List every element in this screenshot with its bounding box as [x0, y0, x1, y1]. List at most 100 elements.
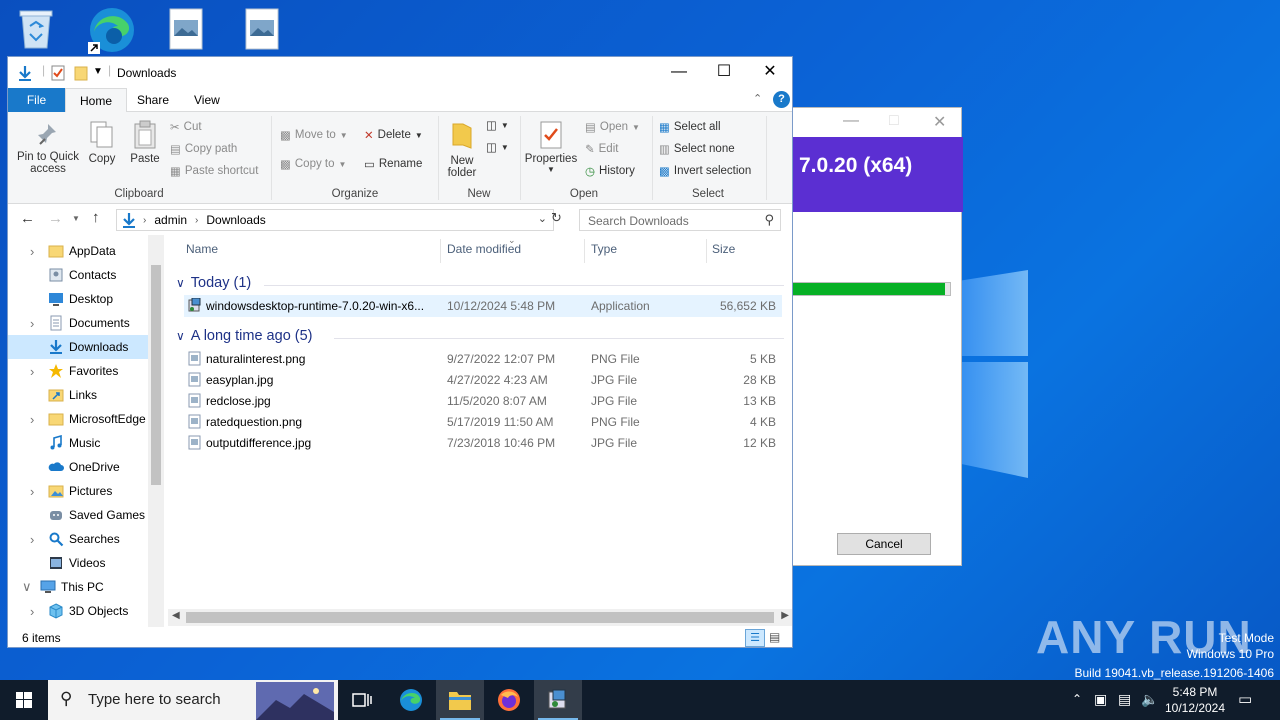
minimize-button[interactable]: — — [656, 57, 702, 88]
paste-button[interactable]: Paste — [128, 120, 162, 165]
easy-access-button[interactable]: ◫ ▼ — [486, 140, 509, 154]
open-button[interactable]: ▤ Open ▼ — [585, 120, 640, 134]
recycle-bin-icon[interactable] — [16, 8, 56, 52]
nav-item-videos[interactable]: Videos — [8, 551, 148, 575]
group-header[interactable]: ∨ A long time ago (5) — [176, 328, 313, 344]
cut-button[interactable]: ✂ Cut — [170, 120, 202, 134]
nav-item-appdata[interactable]: › AppData — [8, 239, 148, 263]
group-header[interactable]: ∨ Today (1) — [176, 275, 251, 291]
nav-scroll-thumb[interactable] — [151, 265, 161, 485]
nav-item-this-pc[interactable]: ∨ This PC — [8, 575, 140, 599]
nav-item-documents[interactable]: › Documents — [8, 311, 148, 335]
properties-button[interactable]: Properties ▼ — [522, 120, 580, 174]
taskbar-clock[interactable]: 5:48 PM 10/12/2024 — [1162, 684, 1228, 716]
rename-button[interactable]: ▭ Rename — [364, 157, 422, 171]
chevron-right-icon[interactable]: › — [30, 532, 34, 547]
forward-arrow-icon[interactable]: → — [48, 210, 63, 227]
tab-home[interactable]: Home — [65, 88, 128, 113]
file-row[interactable]: naturalinterest.png 9/27/2022 12:07 PM PNG… — [184, 348, 782, 369]
horizontal-scrollbar[interactable]: ◀ ▶ — [168, 609, 792, 626]
cancel-button[interactable]: Cancel — [837, 533, 931, 555]
large-icons-view-icon[interactable]: ▤ — [769, 630, 780, 644]
tab-file[interactable]: File — [8, 88, 65, 112]
taskbar-installer[interactable] — [534, 680, 582, 720]
select-all-button[interactable]: ▦ Select all — [659, 120, 721, 134]
task-view-button[interactable] — [338, 680, 386, 720]
device-icon[interactable]: ▣ — [1094, 691, 1107, 720]
nav-item-music[interactable]: Music — [8, 431, 148, 455]
file-row[interactable]: redclose.jpg 11/5/2020 8:07 AM JPG File 13 … — [184, 390, 782, 411]
delete-button[interactable]: ✕ Delete ▼ — [364, 128, 423, 142]
address-bar[interactable]: › admin › Downloads ⌄ — [116, 209, 554, 231]
chevron-right-icon[interactable]: › — [30, 412, 34, 427]
nav-item-microsoftedge[interactable]: › MicrosoftEdge — [8, 407, 148, 431]
taskbar-firefox[interactable] — [485, 680, 533, 720]
nav-item-3d-objects[interactable]: › 3D Objects — [8, 599, 148, 623]
nav-item-contacts[interactable]: Contacts — [8, 263, 148, 287]
column-date-modified[interactable]: Date modified — [447, 242, 521, 256]
search-input[interactable]: Search Downloads ⚲ — [579, 209, 781, 231]
history-button[interactable]: ◷ History — [585, 164, 635, 178]
taskbar-edge[interactable] — [387, 680, 435, 720]
help-icon[interactable]: ? — [773, 91, 790, 108]
maximize-button[interactable]: ☐ — [701, 57, 747, 88]
edge-shortcut-icon[interactable] — [88, 6, 134, 54]
file-row[interactable]: easyplan.jpg 4/27/2022 4:23 AM JPG File 28 … — [184, 369, 782, 390]
scroll-left-icon[interactable]: ◀ — [172, 610, 180, 621]
horizontal-scroll-thumb[interactable] — [186, 612, 774, 623]
nav-item-links[interactable]: Links — [8, 383, 148, 407]
volume-icon[interactable]: 🔈 — [1141, 691, 1158, 720]
scroll-right-icon[interactable]: ▶ — [781, 610, 789, 621]
chevron-down-icon[interactable]: ⌄ — [538, 212, 547, 225]
taskbar-file-explorer[interactable] — [436, 680, 484, 720]
chevron-down-icon[interactable]: ∨ — [176, 329, 185, 343]
nav-item-desktop[interactable]: Desktop — [8, 287, 148, 311]
show-hidden-icons-icon[interactable]: ⌃ — [1072, 692, 1082, 720]
image-file-icon[interactable] — [244, 8, 284, 52]
taskbar-search-box[interactable]: ⚲ Type here to search — [48, 680, 338, 720]
refresh-icon[interactable]: ↻ — [551, 210, 562, 226]
close-button[interactable]: ✕ — [747, 57, 793, 88]
notifications-icon[interactable]: ▭ — [1238, 690, 1252, 720]
select-none-button[interactable]: ▥ Select none — [659, 142, 735, 156]
pin-to-quick-access-button[interactable]: Pin to Quick access — [12, 122, 84, 175]
recent-locations-icon[interactable]: ▼ — [72, 214, 80, 223]
chevron-down-icon[interactable]: ∨ — [176, 276, 185, 290]
chevron-right-icon[interactable]: › — [30, 604, 34, 619]
properties-quick-icon[interactable] — [51, 65, 65, 84]
paste-shortcut-button[interactable]: ▦ Paste shortcut — [170, 164, 258, 178]
chevron-down-icon[interactable]: ∨ — [22, 579, 32, 595]
new-item-button[interactable]: ◫ ▼ — [486, 118, 509, 132]
tab-view[interactable]: View — [180, 88, 234, 112]
close-icon[interactable]: ✕ — [933, 112, 946, 132]
nav-item-downloads[interactable]: Downloads — [8, 335, 148, 359]
up-arrow-icon[interactable]: ↑ — [92, 209, 100, 226]
nav-item-onedrive[interactable]: OneDrive — [8, 455, 148, 479]
chevron-right-icon[interactable]: › — [30, 484, 34, 499]
image-file-icon[interactable] — [168, 8, 208, 52]
customize-dropdown-icon[interactable]: ▼ — [93, 66, 103, 77]
copy-button[interactable]: Copy — [86, 120, 118, 165]
copy-to-button[interactable]: ▩ Copy to ▼ — [280, 157, 346, 171]
copy-path-button[interactable]: ▤ Copy path — [170, 142, 237, 156]
nav-item-saved-games[interactable]: Saved Games — [8, 503, 148, 527]
column-name[interactable]: Name — [186, 242, 218, 256]
minimize-icon[interactable]: — — [843, 112, 859, 130]
chevron-right-icon[interactable]: › — [30, 244, 34, 259]
start-button[interactable] — [0, 680, 48, 720]
tab-share[interactable]: Share — [123, 88, 183, 112]
move-to-button[interactable]: ▩ Move to ▼ — [280, 128, 348, 142]
nav-scrollbar[interactable] — [148, 235, 164, 627]
nav-item-pictures[interactable]: › Pictures — [8, 479, 148, 503]
file-row[interactable]: ratedquestion.png 5/17/2019 11:50 AM PNG F… — [184, 411, 782, 432]
network-icon[interactable]: ▤ — [1118, 691, 1131, 720]
collapse-ribbon-icon[interactable]: ⌃ — [753, 92, 762, 105]
file-row[interactable]: outputdifference.jpg 7/23/2018 10:46 PM JP… — [184, 432, 782, 453]
back-arrow-icon[interactable]: ← — [20, 210, 35, 227]
nav-item-favorites[interactable]: › Favorites — [8, 359, 148, 383]
invert-selection-button[interactable]: ▩ Invert selection — [659, 164, 751, 178]
column-type[interactable]: Type — [591, 242, 617, 256]
chevron-right-icon[interactable]: › — [30, 316, 34, 331]
new-folder-button[interactable]: New folder — [442, 120, 482, 179]
file-row[interactable]: windowsdesktop-runtime-7.0.20-win-x6... 1… — [184, 295, 782, 317]
